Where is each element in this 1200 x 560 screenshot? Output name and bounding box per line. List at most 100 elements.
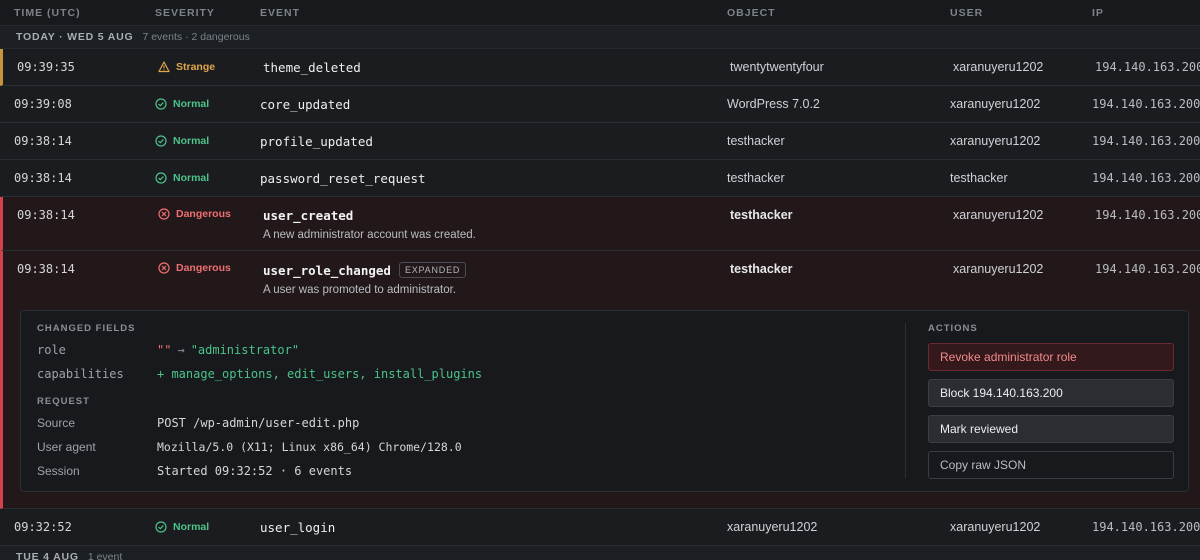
user-cell: xaranuyeru1202 — [953, 60, 1044, 74]
field-value-role: "" → "administrator" — [157, 343, 299, 357]
revoke-admin-role-button[interactable]: Revoke administrator role — [928, 343, 1174, 371]
ip-cell: 194.140.163.200 — [1095, 262, 1200, 276]
request-key-session: Session — [37, 464, 80, 478]
copy-raw-json-button[interactable]: Copy raw JSON — [928, 451, 1174, 479]
table-row[interactable]: 09:32:52 Normal user_login xaranuyeru120… — [0, 509, 1200, 546]
time-cell: 09:32:52 — [14, 520, 72, 534]
time-cell: 09:38:14 — [17, 262, 75, 276]
x-circle-icon — [158, 262, 170, 274]
request-key-source: Source — [37, 416, 76, 430]
severity-badge: Dangerous — [158, 262, 231, 274]
time-cell: 09:39:35 — [17, 60, 75, 74]
event-name: password_reset_request — [260, 170, 426, 186]
severity-label: Dangerous — [176, 262, 231, 274]
field-key-role: role — [37, 343, 66, 357]
check-circle-icon — [155, 135, 167, 147]
object-cell: testhacker — [730, 262, 793, 276]
severity-label: Strange — [176, 61, 216, 73]
event-description: A user was promoted to administrator. — [263, 284, 457, 296]
table-row[interactable]: 09:38:14 Normal profile_updated testhack… — [0, 123, 1200, 160]
request-value-source: POST /wp-admin/user-edit.php — [157, 416, 360, 430]
time-cell: 09:38:14 — [14, 134, 72, 148]
block-ip-button[interactable]: Block 194.140.163.200 — [928, 379, 1174, 407]
panel-divider — [905, 323, 906, 478]
ip-cell: 194.140.163.200 — [1095, 60, 1200, 74]
table-row[interactable]: 09:38:14 Dangerous user_created A new ad… — [0, 197, 1200, 251]
time-cell: 09:38:14 — [17, 208, 75, 222]
arrow-icon: → — [177, 343, 185, 357]
severity-label: Normal — [173, 172, 210, 184]
field-key-capabilities: capabilities — [37, 367, 124, 381]
table-row[interactable]: 09:38:14 Normal password_reset_request t… — [0, 160, 1200, 197]
user-cell: testhacker — [950, 171, 1008, 185]
event-name: profile_updated — [260, 133, 373, 149]
object-cell: testhacker — [727, 134, 785, 148]
field-value-capabilities: + manage_options, edit_users, install_pl… — [157, 367, 483, 381]
user-cell: xaranuyeru1202 — [953, 208, 1044, 222]
severity-cell: Normal — [155, 509, 209, 545]
event-name: user_created — [263, 208, 354, 223]
group-meta: 1 event — [87, 551, 123, 560]
ip-cell: 194.140.163.200 — [1095, 208, 1200, 222]
x-circle-icon — [158, 208, 170, 220]
severity-badge: Dangerous — [158, 208, 231, 220]
column-header-object[interactable]: OBJECT — [727, 0, 776, 25]
column-header-user[interactable]: USER — [950, 0, 983, 25]
object-cell: twentytwentyfour — [730, 60, 824, 74]
event-name: user_login — [260, 519, 336, 535]
check-circle-icon — [155, 521, 167, 533]
time-cell: 09:38:14 — [14, 171, 72, 185]
table-row[interactable]: 09:39:35 Strange theme_deleted twentytwe… — [0, 49, 1200, 86]
severity-cell: Dangerous — [158, 197, 231, 250]
request-title: REQUEST — [37, 396, 90, 407]
ip-cell: 194.140.163.200 — [1092, 97, 1200, 111]
severity-badge: Normal — [155, 135, 209, 147]
object-cell: WordPress 7.0.2 — [727, 97, 820, 111]
severity-badge: Strange — [158, 61, 215, 73]
severity-label: Normal — [173, 521, 210, 533]
event-line: user_role_changed EXPANDED — [263, 262, 467, 278]
severity-badge: Normal — [155, 521, 209, 533]
user-cell: xaranuyeru1202 — [950, 134, 1041, 148]
severity-cell: Normal — [155, 160, 209, 196]
ip-cell: 194.140.163.200 — [1092, 171, 1200, 185]
column-header-event[interactable]: EVENT — [260, 0, 300, 25]
event-name: theme_deleted — [263, 59, 361, 75]
object-cell: testhacker — [730, 208, 793, 222]
warning-icon — [158, 61, 170, 73]
severity-cell: Normal — [155, 86, 209, 122]
ip-cell: 194.140.163.200 — [1092, 134, 1200, 148]
expanded-detail-region: CHANGED FIELDS role "" → "administrator" c… — [0, 304, 1200, 509]
group-label: TUE 4 AUG — [16, 551, 79, 560]
actions-title: ACTIONS — [928, 323, 978, 334]
ip-cell: 194.140.163.200 — [1092, 520, 1200, 534]
severity-cell: Dangerous — [158, 251, 231, 304]
request-value-user-agent: Mozilla/5.0 (X11; Linux x86_64) Chrome/1… — [157, 440, 462, 454]
column-header-ip[interactable]: IP — [1092, 0, 1104, 25]
expanded-badge: EXPANDED — [398, 262, 467, 278]
severity-badge: Normal — [155, 98, 209, 110]
event-name: core_updated — [260, 96, 351, 112]
group-label: TODAY · WED 5 AUG — [16, 31, 134, 43]
mark-reviewed-button[interactable]: Mark reviewed — [928, 415, 1174, 443]
severity-badge: Normal — [155, 172, 209, 184]
group-meta: 7 events · 2 dangerous — [142, 31, 250, 43]
user-cell: xaranuyeru1202 — [953, 262, 1044, 276]
old-value: "" — [157, 343, 172, 357]
time-cell: 09:39:08 — [14, 97, 72, 111]
severity-cell: Normal — [155, 123, 209, 159]
severity-cell: Strange — [158, 49, 215, 85]
group-header-tue: TUE 4 AUG 1 event — [0, 546, 1200, 560]
severity-label: Normal — [173, 98, 210, 110]
column-header-time[interactable]: TIME (UTC) — [14, 0, 81, 25]
check-circle-icon — [155, 98, 167, 110]
changed-fields-title: CHANGED FIELDS — [37, 323, 136, 334]
user-cell: xaranuyeru1202 — [950, 520, 1041, 534]
event-cell: user_created A new administrator account… — [263, 197, 476, 250]
table-row-expanded[interactable]: 09:38:14 Dangerous user_role_changed EXP… — [0, 251, 1200, 305]
request-value-session: Started 09:32:52 · 6 events — [157, 464, 353, 478]
column-header-severity[interactable]: SEVERITY — [155, 0, 215, 25]
severity-label: Normal — [173, 135, 210, 147]
check-circle-icon — [155, 172, 167, 184]
table-row[interactable]: 09:39:08 Normal core_updated WordPress 7… — [0, 86, 1200, 123]
